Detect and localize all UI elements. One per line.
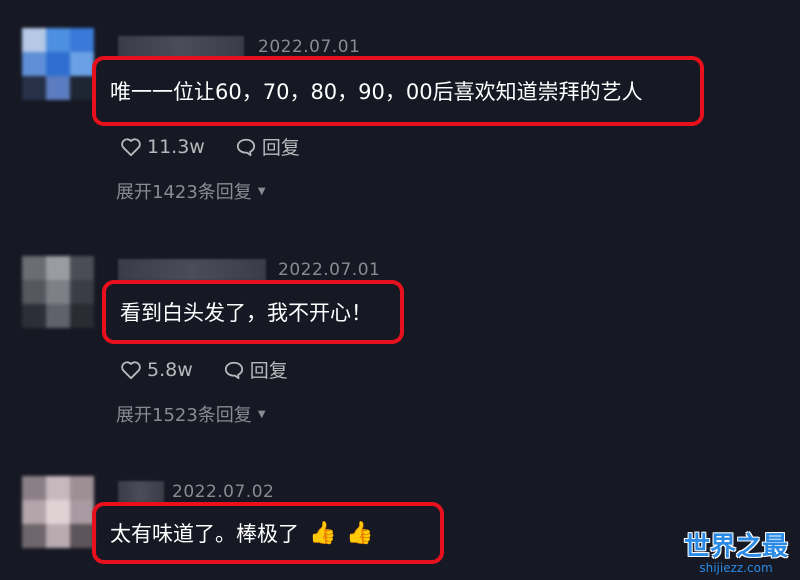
speech-bubble-icon xyxy=(224,361,243,379)
username[interactable] xyxy=(118,259,266,281)
comment-text: 太有味道了。棒极了 👍 👍 xyxy=(92,502,444,564)
reply-label: 回复 xyxy=(261,137,300,159)
thumbs-up-emoji: 👍 xyxy=(346,520,374,546)
avatar[interactable] xyxy=(22,476,94,548)
reply-button[interactable]: 回复 xyxy=(235,133,300,160)
heart-icon xyxy=(121,360,141,379)
watermark-title: 世界之最 xyxy=(683,532,788,562)
expand-replies-button[interactable]: 展开1423条回复 ▼ xyxy=(116,178,266,204)
like-button[interactable]: 5.8w xyxy=(120,359,193,381)
comment-date: 2022.07.02 xyxy=(172,482,275,502)
reply-button[interactable]: 回复 xyxy=(223,356,288,383)
comment-text-content: 看到白头发了，我不开心！ xyxy=(120,301,372,325)
comment-text: 看到白头发了，我不开心！ xyxy=(102,280,404,344)
comment-actions: 11.3w 回复 xyxy=(120,133,300,160)
comment-date: 2022.07.01 xyxy=(258,37,361,57)
comment-text-content: 太有味道了。棒极了 xyxy=(110,522,299,546)
username[interactable] xyxy=(118,36,244,58)
heart-icon xyxy=(121,137,141,156)
avatar[interactable] xyxy=(22,256,94,328)
reply-label: 回复 xyxy=(249,360,288,382)
avatar[interactable] xyxy=(22,28,94,100)
speech-bubble-icon xyxy=(236,138,255,156)
comment-date: 2022.07.01 xyxy=(278,260,381,280)
watermark-subtitle: shijiezz.com xyxy=(699,561,773,575)
username[interactable] xyxy=(118,481,164,503)
like-count: 5.8w xyxy=(147,358,193,381)
thumbs-up-emoji: 👍 xyxy=(309,520,337,546)
expand-replies-button[interactable]: 展开1523条回复 ▼ xyxy=(116,401,266,427)
comment-text-content: 唯一一位让60，70，80，90，00后喜欢知道崇拜的艺人 xyxy=(110,80,643,104)
watermark-logo: 世界之最 shijiezz.com xyxy=(684,534,788,574)
like-button[interactable]: 11.3w xyxy=(120,136,205,158)
caret-down-icon: ▼ xyxy=(257,408,266,420)
expand-replies-label: 展开1523条回复 xyxy=(116,405,252,426)
caret-down-icon: ▼ xyxy=(257,185,266,197)
comment-text: 唯一一位让60，70，80，90，00后喜欢知道崇拜的艺人 xyxy=(92,56,704,126)
comment-actions: 5.8w 回复 xyxy=(120,356,288,383)
like-count: 11.3w xyxy=(147,135,205,158)
expand-replies-label: 展开1423条回复 xyxy=(116,182,252,203)
